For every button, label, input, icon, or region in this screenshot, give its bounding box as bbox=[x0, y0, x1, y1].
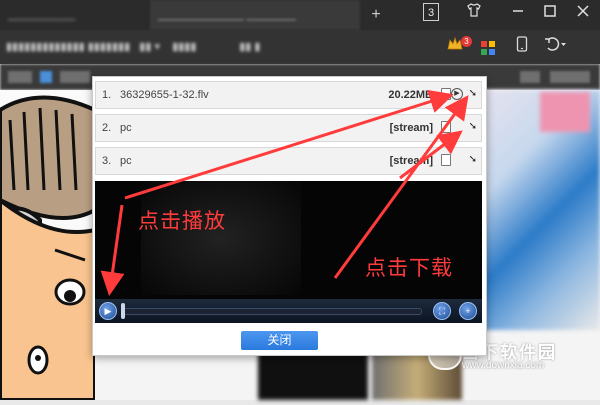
item-index: 3. bbox=[102, 155, 112, 167]
media-item-3[interactable]: 3. pc [stream] ➘ bbox=[95, 147, 482, 175]
volume-button[interactable]: + bbox=[459, 302, 477, 320]
apps-icon[interactable] bbox=[481, 41, 495, 55]
video-screen bbox=[141, 181, 301, 295]
fullscreen-button[interactable]: ⛶ bbox=[433, 302, 451, 320]
title-bar: ___________ ______________ ________ + 3 bbox=[0, 0, 600, 30]
annotation-play: 点击播放 bbox=[138, 210, 226, 233]
play-icon[interactable]: ▶ bbox=[451, 88, 463, 100]
item-name: pc bbox=[120, 155, 132, 167]
shirt-icon[interactable] bbox=[461, 2, 487, 24]
item-size: [stream] bbox=[389, 122, 433, 134]
extension-badge: 3 bbox=[461, 36, 472, 47]
item-size: [stream] bbox=[389, 155, 433, 167]
item-index: 2. bbox=[102, 122, 112, 134]
download-icon[interactable]: ➘ bbox=[469, 88, 477, 99]
browser-tab-1[interactable]: ___________ bbox=[0, 0, 150, 30]
seek-bar[interactable] bbox=[122, 308, 422, 315]
video-player[interactable] bbox=[95, 181, 482, 301]
copy-link-icon[interactable] bbox=[441, 154, 451, 166]
seek-handle[interactable] bbox=[121, 303, 125, 319]
tab-counter[interactable]: 3 bbox=[423, 3, 439, 21]
player-play-button[interactable]: ▶ bbox=[99, 302, 117, 320]
close-window-icon[interactable] bbox=[570, 2, 596, 24]
item-name: 36329655-1-32.flv bbox=[120, 89, 209, 101]
player-controls: ▶ ⛶ + bbox=[95, 299, 482, 323]
item-size: 20.22MB bbox=[388, 89, 433, 101]
copy-link-icon[interactable] bbox=[441, 121, 451, 133]
watermark-url: www.downxia.com bbox=[462, 360, 545, 371]
close-button[interactable]: 关闭 bbox=[241, 331, 318, 350]
copy-link-icon[interactable] bbox=[441, 88, 451, 100]
media-item-1[interactable]: 1. 36329655-1-32.flv 20.22MB ▶ ➘ bbox=[95, 81, 482, 109]
browser-tab-2[interactable]: ______________ ________ bbox=[150, 0, 360, 30]
blurred-tile bbox=[540, 92, 590, 132]
undo-icon[interactable] bbox=[540, 36, 570, 58]
mobile-icon[interactable] bbox=[511, 36, 533, 58]
download-icon[interactable]: ➘ bbox=[469, 154, 477, 165]
blurred-dark-block bbox=[258, 352, 368, 400]
download-icon[interactable]: ➘ bbox=[469, 121, 477, 132]
cartoon-illustration bbox=[0, 90, 97, 402]
media-item-2[interactable]: 2. pc [stream] ➘ bbox=[95, 114, 482, 142]
item-name: pc bbox=[120, 122, 132, 134]
maximize-icon[interactable] bbox=[537, 2, 563, 24]
address-bar[interactable]: ▮▮▮▮▮▮▮▮▮▮▮▮▮ ▮▮▮▮▮▮▮ ▮▮ ▾ ▮▮▮▮ ▮▮ ▮ bbox=[0, 38, 426, 56]
new-tab-icon[interactable]: + bbox=[368, 5, 384, 25]
item-index: 1. bbox=[102, 89, 112, 101]
minimize-icon[interactable] bbox=[505, 2, 531, 24]
browser-toolbar: ▮▮▮▮▮▮▮▮▮▮▮▮▮ ▮▮▮▮▮▮▮ ▮▮ ▾ ▮▮▮▮ ▮▮ ▮ 3 bbox=[0, 30, 600, 64]
annotation-download: 点击下载 bbox=[365, 257, 453, 280]
